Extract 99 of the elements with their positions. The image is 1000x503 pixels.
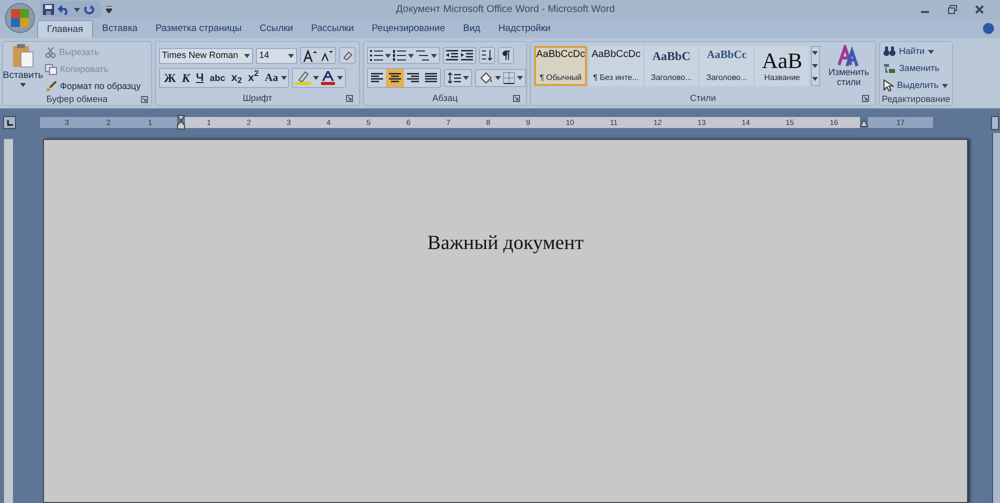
caret-icon	[20, 82, 26, 86]
undo-icon[interactable]	[58, 4, 70, 14]
style-gallery-item[interactable]: AaBbCc Заголово...	[700, 46, 754, 86]
strike-button[interactable]: abc	[206, 69, 228, 87]
pilcrow-icon[interactable]	[498, 47, 514, 64]
scissors-icon	[45, 47, 56, 58]
align-center-button[interactable]	[386, 69, 404, 87]
line-spacing-icon[interactable]	[448, 72, 461, 84]
decrease-indent-icon[interactable]	[446, 50, 458, 61]
ribbon-tab[interactable]: Ссылки	[250, 20, 302, 38]
caret-icon	[385, 54, 391, 58]
paste-button[interactable]: Вставить	[3, 43, 43, 94]
ribbon-tab[interactable]: Рецензирование	[362, 20, 454, 38]
multilevel-list-icon[interactable]	[416, 50, 429, 61]
group-label: Абзац	[432, 94, 458, 103]
dialog-launcher-icon[interactable]	[346, 95, 353, 102]
italic-button[interactable]: К	[178, 69, 194, 87]
maximize-icon[interactable]	[948, 5, 957, 14]
bold-button[interactable]: Ж	[161, 69, 179, 87]
format-button[interactable]: Формат по образцу	[45, 79, 141, 94]
font-color-icon[interactable]	[321, 71, 336, 85]
indent-marker-icon[interactable]	[177, 115, 185, 130]
caret-icon	[288, 54, 294, 58]
caret-icon	[495, 76, 501, 80]
save-icon[interactable]	[43, 4, 54, 15]
binoculars-icon	[883, 46, 896, 57]
style-gallery-item[interactable]: AaB Название	[755, 46, 809, 86]
find-button[interactable]: Найти	[883, 44, 949, 59]
caret-icon	[408, 54, 414, 58]
highlight-icon[interactable]	[295, 71, 312, 85]
select-button[interactable]: Выделить	[883, 78, 949, 93]
ribbon-tab[interactable]: Надстройки	[489, 20, 560, 38]
increase-indent-icon[interactable]	[461, 50, 473, 61]
ribbon-tab[interactable]: Вставка	[93, 20, 146, 38]
group-label: Шрифт	[242, 94, 272, 103]
caret-icon	[812, 64, 818, 68]
paintbrush-icon	[45, 81, 57, 92]
align-center-icon	[389, 73, 401, 83]
grow-font-icon[interactable]	[303, 50, 318, 62]
window-title: Документ Microsoft Office Word - Microsoft Word	[396, 3, 615, 17]
style-gallery-item[interactable]: AaBbC Заголово...	[644, 46, 698, 86]
numbered-list-icon[interactable]	[393, 50, 406, 61]
caret-icon	[463, 76, 469, 80]
dialog-launcher-icon[interactable]	[141, 96, 148, 103]
shading-icon[interactable]	[479, 72, 493, 84]
redo-icon[interactable]	[84, 4, 95, 15]
caret-icon	[74, 8, 80, 12]
caret-icon	[812, 51, 818, 56]
cursor-icon	[883, 79, 894, 92]
underline-button[interactable]: Ч	[193, 69, 207, 87]
font-name: Times New Roman	[162, 48, 238, 62]
right-indent-icon[interactable]	[860, 118, 868, 126]
ruler-toggle[interactable]	[991, 116, 999, 130]
clipboard-icon	[12, 43, 34, 69]
style-gallery-item[interactable]: AaBbCcDc ¶ Обычный	[534, 46, 588, 86]
borders-icon[interactable]	[503, 72, 515, 84]
tab-selector[interactable]	[3, 116, 16, 129]
caret-icon	[517, 76, 523, 80]
sort-icon[interactable]	[479, 47, 495, 64]
align-left-icon	[371, 73, 383, 83]
ribbon-tab[interactable]: Вид	[454, 20, 490, 38]
replace-icon	[883, 63, 896, 74]
bullet-list-icon[interactable]	[370, 50, 383, 61]
font-name-dropdown[interactable]: Times New Roman	[159, 48, 254, 64]
ribbon-tab[interactable]: Рассылки	[302, 20, 363, 38]
caret-icon	[281, 76, 288, 80]
vertical-scrollbar[interactable]	[992, 133, 1000, 503]
caret-icon	[812, 76, 818, 81]
caret-icon	[337, 76, 344, 80]
clear-formatting-icon[interactable]	[339, 47, 356, 64]
customize-toolbar-icon[interactable]	[106, 6, 112, 13]
style-gallery-item[interactable]: AaBbCcDc ¶ Без инте...	[589, 46, 643, 86]
styles-letters-icon	[836, 45, 861, 67]
document-heading: Важный документ	[427, 231, 584, 256]
align-justify-icon	[425, 73, 437, 83]
tab-stop-icon	[6, 120, 12, 126]
dialog-launcher-icon[interactable]	[862, 95, 869, 102]
close-icon[interactable]	[975, 5, 984, 14]
caret-icon	[431, 54, 437, 58]
office-logo-icon	[11, 9, 29, 27]
shrink-font-icon[interactable]	[320, 50, 334, 61]
sub-button[interactable]: x$_{2}$	[228, 69, 245, 87]
replace-button[interactable]: Заменить	[883, 61, 949, 76]
ribbon-tab[interactable]: Главная	[37, 20, 94, 38]
caret-icon	[313, 76, 320, 80]
change-styles-button[interactable]: Изменить стили	[826, 45, 872, 87]
group-label: Буфер обмена	[46, 95, 108, 104]
caret-icon	[244, 54, 250, 58]
ribbon-tab[interactable]: Разметка страницы	[146, 20, 251, 38]
case-button[interactable]: Aa	[262, 69, 282, 87]
font-size: 14	[259, 48, 270, 62]
dialog-launcher-icon[interactable]	[513, 95, 520, 102]
align-right-icon	[407, 73, 419, 83]
sup-button[interactable]: x$^{2}$	[244, 69, 262, 87]
group-label: Редактирование	[882, 94, 950, 104]
copy-icon	[45, 64, 57, 75]
group-label: Стили	[690, 94, 716, 103]
font-size-dropdown[interactable]: 14	[256, 48, 298, 64]
gallery-scroll[interactable]	[810, 46, 820, 86]
